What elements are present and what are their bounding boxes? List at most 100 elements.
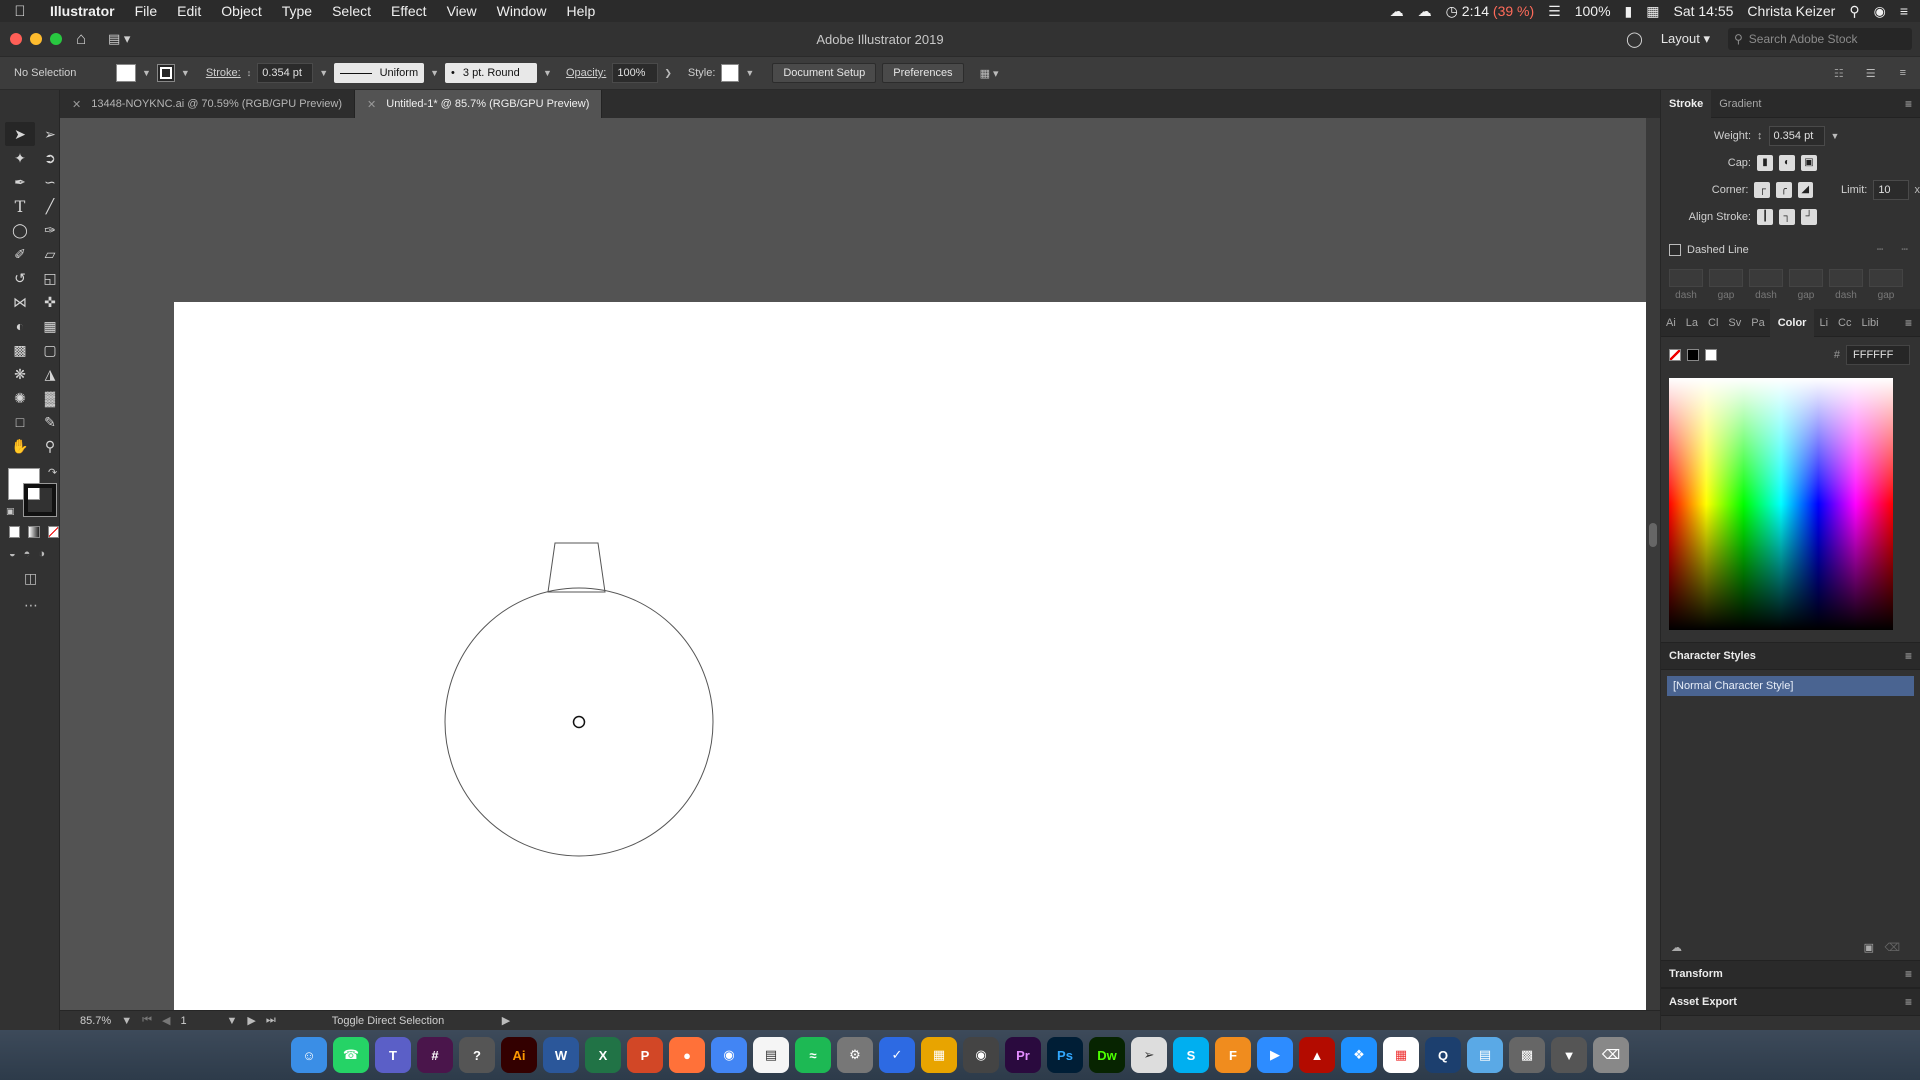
gradient-mode-icon[interactable] <box>28 526 40 538</box>
tab-cc-libraries[interactable]: Cc <box>1833 309 1856 337</box>
fill-stroke-widget[interactable]: ↷ ▣ <box>0 466 59 522</box>
tab-layers[interactable]: La <box>1681 309 1703 337</box>
panel-menu-icon[interactable]: ≡ <box>1905 967 1920 981</box>
menu-help[interactable]: Help <box>556 3 605 19</box>
downloads-icon[interactable]: ▼ <box>1551 1037 1587 1073</box>
spotlight-search-icon[interactable]: ⚲ <box>1849 3 1859 20</box>
finder-icon[interactable]: ☺ <box>291 1037 327 1073</box>
stroke-color-icon[interactable] <box>23 483 57 517</box>
zoom-window-button[interactable] <box>50 33 62 45</box>
character-style-item[interactable]: [Normal Character Style] <box>1667 676 1914 696</box>
dash-field-3[interactable]: dash <box>1829 269 1863 301</box>
fill-swatch[interactable] <box>116 64 136 82</box>
premiere-icon[interactable]: Pr <box>1005 1037 1041 1073</box>
menu-effect[interactable]: Effect <box>381 3 437 19</box>
scrollbar-thumb[interactable] <box>1649 523 1657 547</box>
projecting-cap-icon[interactable]: ▣ <box>1801 154 1817 171</box>
cloud-sync-icon[interactable]: ☁ <box>1418 3 1432 20</box>
tab-libraries[interactable]: Libi <box>1856 309 1883 337</box>
miter-join-icon[interactable]: ┌ <box>1754 181 1770 198</box>
delete-style-icon[interactable]: ⌫ <box>1884 941 1900 954</box>
tab-align[interactable]: Ai <box>1661 309 1681 337</box>
minimize-window-button[interactable] <box>30 33 42 45</box>
screen-mode-icon[interactable]: ◫ <box>0 560 59 587</box>
close-tab-icon[interactable]: ✕ <box>72 98 81 111</box>
rotate-tool-icon[interactable]: ↺ <box>5 266 35 290</box>
draw-normal-icon[interactable]: ◒ <box>9 548 16 560</box>
transform-header[interactable]: Transform ≡ <box>1661 960 1920 988</box>
apple-icon[interactable]:  <box>0 3 40 20</box>
siri-icon[interactable]: ◉ <box>1874 3 1886 20</box>
magic-wand-tool-icon[interactable]: ✦ <box>5 146 35 170</box>
white-swatch-icon[interactable] <box>1705 348 1717 361</box>
limit-input[interactable]: 10 <box>1873 179 1909 200</box>
width-tool-icon[interactable]: ⋈ <box>5 290 35 314</box>
panel-menu-icon[interactable]: ≡ <box>1905 649 1920 663</box>
tab-color[interactable]: Color <box>1769 308 1815 337</box>
round-join-icon[interactable]: ╭ <box>1776 181 1792 198</box>
arrange-icon[interactable]: ▦ ▾ <box>980 67 999 80</box>
spotify-icon[interactable]: ≈ <box>795 1037 831 1073</box>
artwork[interactable] <box>174 302 1650 1010</box>
tab-swatches[interactable]: Sv <box>1723 309 1746 337</box>
hand-tool-icon[interactable]: ✋ <box>5 434 35 458</box>
asset-export-header[interactable]: Asset Export ≡ <box>1661 988 1920 1016</box>
menu-select[interactable]: Select <box>322 3 381 19</box>
tasks-icon[interactable]: ✓ <box>879 1037 915 1073</box>
skype-icon[interactable]: S <box>1173 1037 1209 1073</box>
black-swatch-icon[interactable] <box>1687 348 1699 361</box>
zoom-icon[interactable]: ▶ <box>1257 1037 1293 1073</box>
arrange-documents-icon[interactable]: ▤ ▾ <box>108 31 130 47</box>
zoom-level[interactable]: 85.7% <box>80 1015 111 1027</box>
draw-behind-icon[interactable]: ◓ <box>24 548 31 560</box>
type-tool-icon[interactable]: T <box>5 194 35 218</box>
next-artboard-icon[interactable]: ▶ <box>247 1014 255 1027</box>
weight-stepper-icon[interactable]: ↕ <box>1757 130 1763 142</box>
firefox-icon[interactable]: ● <box>669 1037 705 1073</box>
excel-icon[interactable]: X <box>585 1037 621 1073</box>
ornament-circle-shape[interactable] <box>444 587 714 857</box>
zoom-dropdown-icon[interactable]: ▼ <box>121 1015 132 1027</box>
artboard[interactable] <box>174 302 1650 1010</box>
document-setup-button[interactable]: Document Setup <box>772 63 877 83</box>
close-window-button[interactable] <box>10 33 22 45</box>
graphic-style-swatch[interactable] <box>721 64 740 82</box>
tab-links[interactable]: Li <box>1814 309 1833 337</box>
style-options-icon[interactable]: ☁ <box>1671 941 1682 954</box>
cursor-app-icon[interactable]: ➢ <box>1131 1037 1167 1073</box>
fusion-icon[interactable]: F <box>1215 1037 1251 1073</box>
stroke-label[interactable]: Stroke: <box>206 67 241 79</box>
last-artboard-icon[interactable]: ⏭ <box>266 1014 276 1027</box>
opacity-input[interactable]: 100% <box>612 63 659 83</box>
artboard-tool-icon[interactable]: □ <box>5 410 35 434</box>
tab-color-guide[interactable]: Cl <box>1703 309 1723 337</box>
eyedropper-tool-icon[interactable]: ❋ <box>5 362 35 386</box>
gap-field-1[interactable]: gap <box>1709 269 1743 301</box>
acrobat-icon[interactable]: ▲ <box>1299 1037 1335 1073</box>
screen-recorder-icon[interactable]: ◉ <box>963 1037 999 1073</box>
chrome-icon[interactable]: ◉ <box>711 1037 747 1073</box>
close-tab-icon[interactable]: ✕ <box>367 98 376 111</box>
dashed-line-checkbox[interactable] <box>1669 243 1681 256</box>
round-cap-icon[interactable]: ◐ <box>1779 154 1795 171</box>
menu-app-name[interactable]: Illustrator <box>40 3 125 19</box>
dash-field-1[interactable]: dash <box>1669 269 1703 301</box>
stroke-swatch[interactable] <box>156 64 175 82</box>
dash-align-icon[interactable]: ┅ <box>1901 243 1908 256</box>
artboard-number[interactable]: 1 <box>180 1015 216 1027</box>
home-icon[interactable]: ⌂ <box>76 30 96 48</box>
tab-document-1[interactable]: ✕ 13448-NOYKNC.ai @ 70.59% (RGB/GPU Prev… <box>60 90 356 118</box>
selection-tool-icon[interactable]: ➤ <box>5 122 35 146</box>
draw-inside-icon[interactable]: ◑ <box>38 548 45 560</box>
profile-dropdown-icon[interactable]: ▼ <box>430 68 439 78</box>
safari-icon[interactable]: ❖ <box>1341 1037 1377 1073</box>
brush-definition[interactable]: • 3 pt. Round <box>445 63 538 83</box>
help-icon[interactable]: ? <box>459 1037 495 1073</box>
folder-icon[interactable]: ▤ <box>1467 1037 1503 1073</box>
canvas-area[interactable] <box>60 118 1660 1010</box>
tab-gradient[interactable]: Gradient <box>1711 90 1769 118</box>
preferences-button[interactable]: Preferences <box>882 63 964 83</box>
calendar-icon[interactable]: ▦ <box>1646 3 1659 20</box>
stroke-weight-dropdown-icon[interactable]: ▼ <box>319 68 328 78</box>
swap-fill-stroke-icon[interactable]: ↷ <box>48 466 57 479</box>
